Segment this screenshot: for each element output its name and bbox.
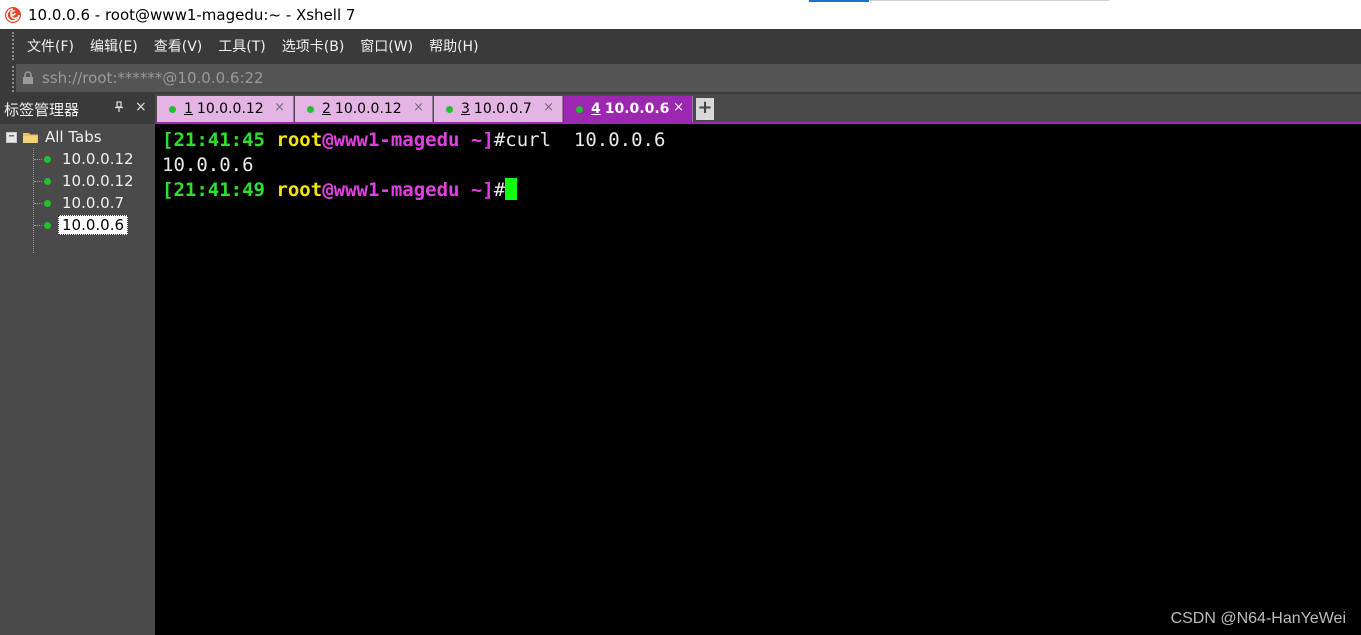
- tree-item-session-2[interactable]: 10.0.0.12: [0, 170, 155, 192]
- tree-branch-line: [34, 225, 42, 226]
- prompt-user: root: [276, 179, 323, 201]
- toolbar-grip[interactable]: [12, 31, 15, 60]
- terminal-screen[interactable]: [21:41:45 root@www1-magedu ~]#curl 10.0.…: [155, 124, 1361, 635]
- window-title: 10.0.0.6 - root@www1-magedu:~ - Xshell 7: [28, 5, 356, 24]
- tree-item-label: 10.0.0.7: [62, 194, 125, 212]
- menu-window[interactable]: 窗口(W): [352, 36, 421, 56]
- connected-status-icon: [576, 105, 583, 113]
- tab-number: 3: [461, 101, 470, 117]
- prompt-char: #: [493, 179, 506, 201]
- lock-icon: [22, 71, 34, 85]
- tree-item-session-3[interactable]: 10.0.0.7: [0, 192, 155, 214]
- tab-number: 4: [591, 101, 601, 117]
- menu-bar: 文件(F) 编辑(E) 查看(V) 工具(T) 选项卡(B) 窗口(W) 帮助(…: [0, 29, 1361, 62]
- tree-branch-line: [34, 181, 42, 182]
- terminal-line: [21:41:45 root@www1-magedu ~]#curl 10.0.…: [162, 128, 1361, 153]
- address-bar-grip[interactable]: [12, 66, 15, 92]
- title-bar-accent: [809, 0, 869, 2]
- command-text: curl 10.0.0.6: [505, 129, 666, 151]
- tab-number: 1: [184, 101, 193, 117]
- tree-item-label: 10.0.0.6: [58, 215, 129, 235]
- tree-branch-line: [34, 203, 42, 204]
- tab-session-1[interactable]: 1 10.0.0.12 ×: [157, 96, 294, 122]
- tree-item-session-1[interactable]: 10.0.0.12: [0, 148, 155, 170]
- prompt-char: #: [493, 129, 506, 151]
- prompt-bracket: [: [162, 129, 174, 151]
- connected-status-icon: [307, 105, 314, 113]
- address-bar: ssh://root:******@10.0.0.6:22: [0, 62, 1361, 94]
- address-input[interactable]: ssh://root:******@10.0.0.6:22: [16, 64, 1361, 92]
- tab-manager-title: 标签管理器: [4, 100, 80, 119]
- title-bar: 10.0.0.6 - root@www1-magedu:~ - Xshell 7: [0, 0, 1361, 29]
- connected-status-icon: [44, 155, 51, 163]
- menu-view[interactable]: 查看(V): [146, 36, 211, 56]
- close-panel-icon[interactable]: ×: [135, 99, 147, 115]
- menu-help[interactable]: 帮助(H): [421, 36, 486, 56]
- prompt-time: 21:41:45: [173, 129, 265, 151]
- title-bar-line: [869, 0, 1109, 1]
- prompt-host: @www1-magedu: [322, 179, 460, 201]
- tree-branch-line: [34, 159, 42, 160]
- tree-item-session-4[interactable]: 10.0.0.6: [0, 214, 155, 236]
- prompt-host: @www1-magedu: [322, 129, 460, 151]
- new-tab-button[interactable]: +: [696, 98, 714, 120]
- terminal-output-line: 10.0.0.6: [162, 154, 254, 176]
- tab-session-3[interactable]: 3 10.0.0.7 ×: [434, 96, 563, 122]
- tab-manager-panel: 标签管理器 × − All Tabs 10.0.0.12 10.0.0.12 1…: [0, 94, 155, 635]
- watermark: CSDN @N64-HanYeWei: [1170, 610, 1346, 627]
- session-tab-bar: 1 10.0.0.12 × 2 10.0.0.12 × 3 10.0.0.7 ×…: [155, 94, 1361, 124]
- tree-item-label: 10.0.0.12: [62, 150, 134, 168]
- close-tab-icon[interactable]: ×: [673, 100, 684, 115]
- connected-status-icon: [44, 177, 51, 185]
- tree-root-all-tabs[interactable]: − All Tabs: [0, 126, 155, 148]
- menu-edit[interactable]: 编辑(E): [82, 36, 146, 56]
- tab-session-4[interactable]: 4 10.0.0.6 ×: [564, 96, 693, 122]
- tab-label: 10.0.0.6: [604, 101, 670, 117]
- address-value: ssh://root:******@10.0.0.6:22: [42, 69, 264, 87]
- collapse-icon[interactable]: −: [6, 131, 17, 143]
- tab-number: 2: [322, 101, 331, 117]
- close-tab-icon[interactable]: ×: [274, 100, 285, 115]
- connected-status-icon: [44, 199, 51, 207]
- pin-icon[interactable]: [114, 101, 124, 116]
- tree-root-label: All Tabs: [45, 128, 102, 146]
- terminal-cursor: [505, 178, 518, 200]
- tab-label: 10.0.0.12: [334, 101, 402, 117]
- connected-status-icon: [169, 105, 176, 113]
- prompt-bracket: [: [162, 179, 174, 201]
- prompt-time: 21:41:49: [173, 179, 265, 201]
- close-tab-icon[interactable]: ×: [413, 100, 424, 115]
- tab-session-2[interactable]: 2 10.0.0.12 ×: [295, 96, 433, 122]
- tab-label: 10.0.0.12: [196, 101, 264, 117]
- terminal-line: [21:41:49 root@www1-magedu ~]#: [162, 178, 1361, 203]
- close-tab-icon[interactable]: ×: [543, 100, 554, 115]
- connected-status-icon: [446, 105, 453, 113]
- connected-status-icon: [44, 221, 51, 229]
- menu-file[interactable]: 文件(F): [19, 36, 82, 56]
- menu-tabs[interactable]: 选项卡(B): [274, 36, 353, 56]
- tree-item-label: 10.0.0.12: [62, 172, 134, 190]
- tab-manager-header: 标签管理器 ×: [0, 94, 155, 124]
- menu-tools[interactable]: 工具(T): [210, 36, 273, 56]
- prompt-path: ~: [459, 179, 483, 201]
- prompt-bracket-close: ]: [482, 179, 494, 201]
- prompt-bracket-close: ]: [482, 129, 494, 151]
- prompt-path: ~: [459, 129, 483, 151]
- folder-icon: [23, 131, 39, 144]
- tab-label: 10.0.0.7: [473, 101, 532, 117]
- xshell-logo-icon: [4, 6, 22, 24]
- prompt-user: root: [276, 129, 323, 151]
- tab-tree: − All Tabs 10.0.0.12 10.0.0.12 10.0.0.7: [0, 124, 155, 253]
